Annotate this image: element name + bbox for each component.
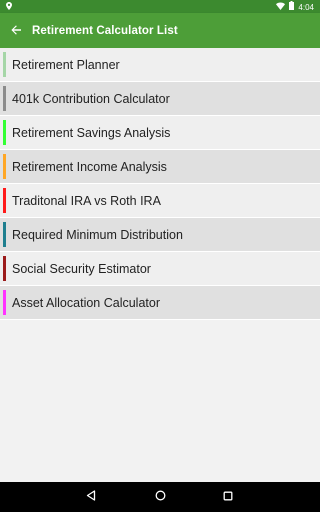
circle-home-icon xyxy=(155,488,166,506)
list-item-label: Asset Allocation Calculator xyxy=(12,295,160,310)
square-recents-icon xyxy=(223,488,233,506)
accent-bar xyxy=(3,188,6,213)
list-item-label: Retirement Income Analysis xyxy=(12,159,167,174)
accent-bar xyxy=(3,52,6,77)
list-item-retirement-income-analysis[interactable]: Retirement Income Analysis xyxy=(0,150,320,184)
list-item-label: Retirement Savings Analysis xyxy=(12,125,171,140)
list-item-asset-allocation-calculator[interactable]: Asset Allocation Calculator xyxy=(0,286,320,320)
back-button[interactable] xyxy=(0,13,32,48)
list-item-401k-contribution-calculator[interactable]: 401k Contribution Calculator xyxy=(0,82,320,116)
list-item-label: Required Minimum Distribution xyxy=(12,227,183,242)
location-icon xyxy=(6,2,12,12)
calculator-list: Retirement Planner 401k Contribution Cal… xyxy=(0,48,320,320)
accent-bar xyxy=(3,120,6,145)
page-title: Retirement Calculator List xyxy=(32,24,178,37)
status-bar: 4:04 xyxy=(0,0,320,13)
screen: 4:04 Retirement Calculator List Retireme… xyxy=(0,0,320,512)
battery-icon xyxy=(289,1,295,13)
accent-bar xyxy=(3,290,6,315)
app-bar: Retirement Calculator List xyxy=(0,13,320,48)
home-button[interactable] xyxy=(152,489,168,505)
list-item-social-security-estimator[interactable]: Social Security Estimator xyxy=(0,252,320,286)
arrow-back-icon xyxy=(11,22,21,40)
status-time: 4:04 xyxy=(298,2,314,12)
navigation-bar xyxy=(0,482,320,512)
list-item-required-minimum-distribution[interactable]: Required Minimum Distribution xyxy=(0,218,320,252)
triangle-back-icon xyxy=(86,488,96,506)
accent-bar xyxy=(3,154,6,179)
list-item-retirement-planner[interactable]: Retirement Planner xyxy=(0,48,320,82)
recents-button[interactable] xyxy=(220,489,236,505)
list-item-label: Retirement Planner xyxy=(12,57,120,72)
accent-bar xyxy=(3,222,6,247)
list-item-traditional-ira-vs-roth-ira[interactable]: Traditonal IRA vs Roth IRA xyxy=(0,184,320,218)
wifi-icon xyxy=(276,2,286,13)
list-item-retirement-savings-analysis[interactable]: Retirement Savings Analysis xyxy=(0,116,320,150)
back-nav-button[interactable] xyxy=(83,489,99,505)
accent-bar xyxy=(3,86,6,111)
list-item-label: 401k Contribution Calculator xyxy=(12,91,170,106)
list-item-label: Traditonal IRA vs Roth IRA xyxy=(12,193,161,208)
list-item-label: Social Security Estimator xyxy=(12,261,151,276)
accent-bar xyxy=(3,256,6,281)
